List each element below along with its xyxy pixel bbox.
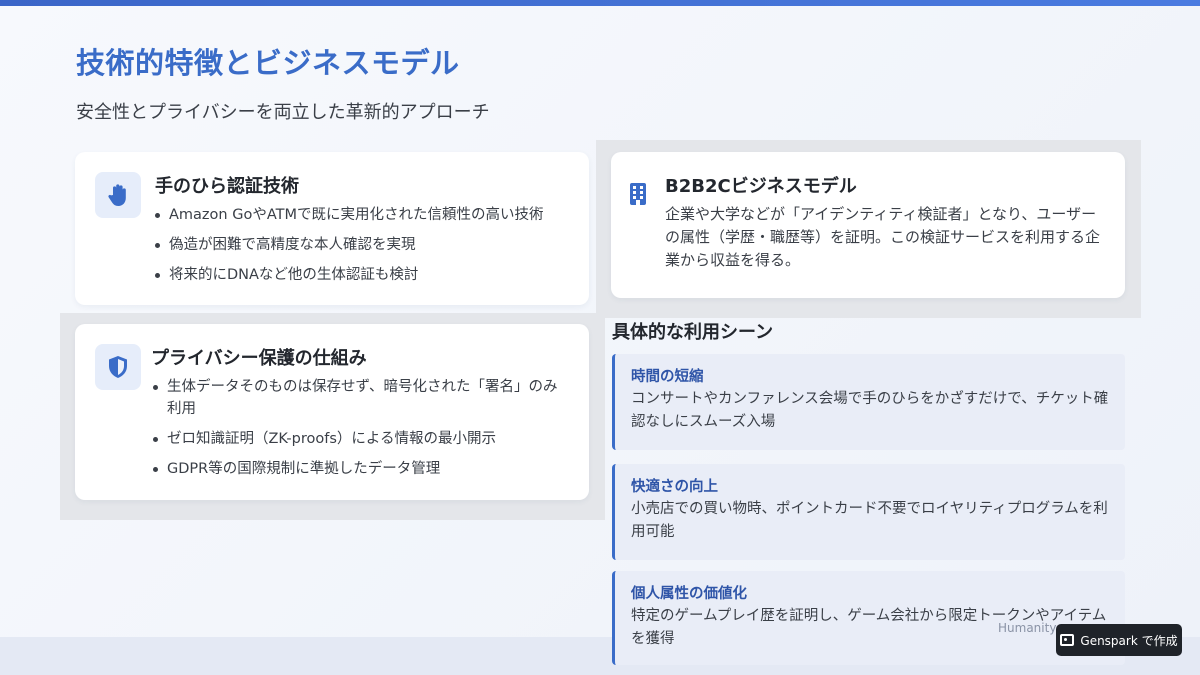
business-model-title: B2B2Cビジネスモデル [665,176,857,197]
list-item: Amazon GoやATMで既に実用化された信頼性の高い技術 [153,204,573,226]
use-case-text: 小売店での買い物時、ポイントカード不要でロイヤリティプログラムを利用可能 [631,501,1108,540]
use-case-title: 個人属性の価値化 [631,586,747,602]
use-case-text: コンサートやカンファレンス会場で手のひらをかざすだけで、チケット確認なしにスムー… [631,391,1109,430]
palm-auth-title: 手のひら認証技術 [155,176,299,197]
privacy-title: プライバシー保護の仕組み [151,348,367,369]
list-item: 将来的にDNAなど他の生体認証も検討 [153,264,573,286]
page-subtitle: 安全性とプライバシーを両立した革新的アプローチ [76,102,490,123]
use-case-item: 快適さの向上 小売店での買い物時、ポイントカード不要でロイヤリティプログラムを利… [612,464,1125,560]
building-icon [629,182,647,210]
use-case-title: 時間の短縮 [631,369,704,385]
list-item: 偽造が困難で高精度な本人確認を実現 [153,234,573,256]
list-item: GDPR等の国際規制に準拠したデータ管理 [151,458,571,480]
genspark-badge[interactable]: Genspark で作成 [1056,624,1182,656]
top-accent-bar [0,0,1200,6]
shield-icon [95,344,141,390]
list-item: ゼロ知識証明（ZK-proofs）による情報の最小開示 [151,428,571,450]
use-case-title: 快適さの向上 [631,479,718,495]
list-item: 生体データそのものは保存せず、暗号化された「署名」のみ利用 [151,376,571,420]
use-cases-heading: 具体的な利用シーン [612,322,774,343]
image-icon [1060,634,1075,646]
badge-label: Genspark で作成 [1080,633,1178,648]
use-case-item: 時間の短縮 コンサートやカンファレンス会場で手のひらをかざすだけで、チケット確認… [612,354,1125,450]
palm-auth-bullets: Amazon GoやATMで既に実用化された信頼性の高い技術 偽造が困難で高精度… [153,204,573,294]
footer-note: Humanity [998,621,1057,635]
privacy-bullets: 生体データそのものは保存せず、暗号化された「署名」のみ利用 ゼロ知識証明（ZK-… [151,376,571,488]
use-case-item: 個人属性の価値化 特定のゲームプレイ歴を証明し、ゲーム会社から限定トークンやアイ… [612,571,1125,665]
business-model-card: B2B2Cビジネスモデル 企業や大学などが「アイデンティティ検証者」となり、ユー… [611,152,1125,298]
palm-auth-card: 手のひら認証技術 Amazon GoやATMで既に実用化された信頼性の高い技術 … [75,152,589,305]
privacy-card: プライバシー保護の仕組み 生体データそのものは保存せず、暗号化された「署名」のみ… [75,324,589,500]
hand-icon [95,172,141,218]
page-title: 技術的特徴とビジネスモデル [76,46,460,80]
business-model-description: 企業や大学などが「アイデンティティ検証者」となり、ユーザーの属性（学歴・職歴等）… [665,205,1101,269]
